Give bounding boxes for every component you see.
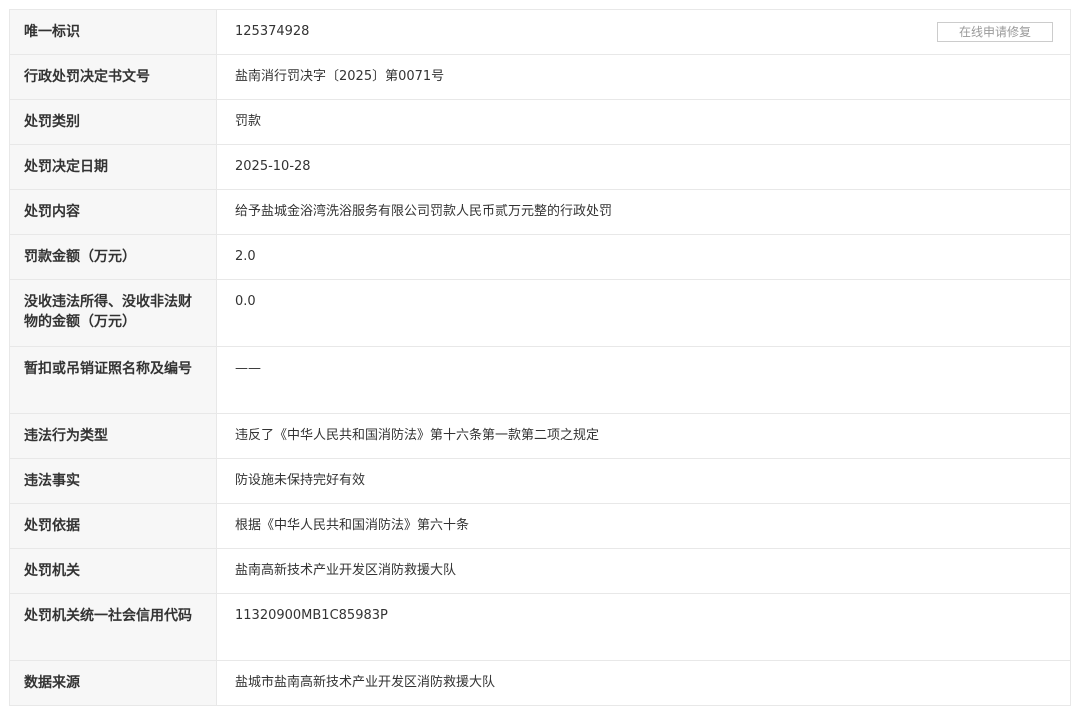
row-label: 处罚依据 xyxy=(10,504,217,548)
row-label: 处罚决定日期 xyxy=(10,145,217,189)
row-label: 处罚类别 xyxy=(10,100,217,144)
row-value: 2025-10-28 xyxy=(235,159,311,174)
row-label: 违法事实 xyxy=(10,459,217,503)
row-penalty-content: 处罚内容 给予盐城金浴湾洗浴服务有限公司罚款人民币贰万元整的行政处罚 xyxy=(10,190,1070,235)
row-authority-credit-code: 处罚机关统一社会信用代码 11320900MB1C85983P xyxy=(10,594,1070,661)
row-data-source: 数据来源 盐城市盐南高新技术产业开发区消防救援大队 xyxy=(10,661,1070,706)
row-value: 根据《中华人民共和国消防法》第六十条 xyxy=(235,518,470,533)
row-label: 处罚内容 xyxy=(10,190,217,234)
row-value: —— xyxy=(235,361,261,376)
row-value-wrap: 125374928 在线申请修复 xyxy=(217,10,1070,54)
row-penalty-basis: 处罚依据 根据《中华人民共和国消防法》第六十条 xyxy=(10,504,1070,549)
row-label: 处罚机关 xyxy=(10,549,217,593)
row-decision-number: 行政处罚决定书文号 盐南消行罚决字〔2025〕第0071号 xyxy=(10,55,1070,100)
row-value: 盐南消行罚决字〔2025〕第0071号 xyxy=(235,69,445,84)
row-decision-date: 处罚决定日期 2025-10-28 xyxy=(10,145,1070,190)
row-value: 125374928 xyxy=(235,24,310,39)
row-penalty-authority: 处罚机关 盐南高新技术产业开发区消防救援大队 xyxy=(10,549,1070,594)
row-violation-type: 违法行为类型 违反了《中华人民共和国消防法》第十六条第一款第二项之规定 xyxy=(10,414,1070,459)
row-label: 行政处罚决定书文号 xyxy=(10,55,217,99)
row-value: 2.0 xyxy=(235,249,256,264)
row-value: 防设施未保持完好有效 xyxy=(235,473,366,488)
online-repair-button[interactable]: 在线申请修复 xyxy=(937,22,1053,42)
row-value: 违反了《中华人民共和国消防法》第十六条第一款第二项之规定 xyxy=(235,428,600,443)
row-unique-id: 唯一标识 125374928 在线申请修复 xyxy=(10,10,1070,55)
row-value: 0.0 xyxy=(235,294,256,309)
row-value: 11320900MB1C85983P xyxy=(235,608,388,623)
row-value: 盐南高新技术产业开发区消防救援大队 xyxy=(235,563,457,578)
row-penalty-category: 处罚类别 罚款 xyxy=(10,100,1070,145)
row-violation-facts: 违法事实 防设施未保持完好有效 xyxy=(10,459,1070,504)
row-label: 处罚机关统一社会信用代码 xyxy=(10,594,217,660)
row-label: 罚款金额（万元） xyxy=(10,235,217,279)
row-label: 没收违法所得、没收非法财物的金额（万元） xyxy=(10,280,217,346)
row-label: 违法行为类型 xyxy=(10,414,217,458)
penalty-detail-table: 唯一标识 125374928 在线申请修复 行政处罚决定书文号 盐南消行罚决字〔… xyxy=(9,9,1071,706)
row-label: 数据来源 xyxy=(10,661,217,705)
row-fine-amount: 罚款金额（万元） 2.0 xyxy=(10,235,1070,280)
row-label: 暂扣或吊销证照名称及编号 xyxy=(10,347,217,413)
row-license-suspension: 暂扣或吊销证照名称及编号 —— xyxy=(10,347,1070,414)
row-value: 罚款 xyxy=(235,114,262,129)
row-value: 盐城市盐南高新技术产业开发区消防救援大队 xyxy=(235,675,496,690)
row-confiscation-amount: 没收违法所得、没收非法财物的金额（万元） 0.0 xyxy=(10,280,1070,347)
row-label: 唯一标识 xyxy=(10,10,217,54)
row-value: 给予盐城金浴湾洗浴服务有限公司罚款人民币贰万元整的行政处罚 xyxy=(235,204,613,219)
